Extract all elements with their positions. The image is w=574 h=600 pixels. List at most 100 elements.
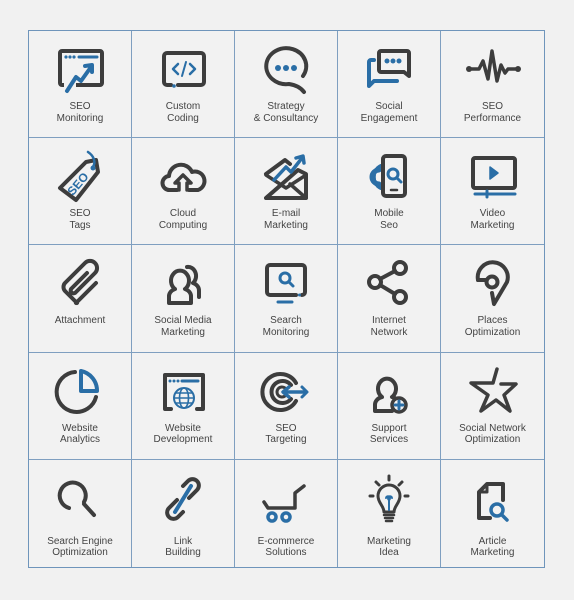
- support-services-icon: [359, 365, 419, 421]
- tile-label: Coding: [167, 112, 199, 124]
- internet-network-icon: [359, 257, 419, 313]
- tile-label: Tags: [69, 219, 91, 231]
- icon-tile: SEO Performance: [441, 31, 544, 139]
- icon-tile: Strategy & Consultancy: [235, 31, 338, 139]
- icon-tile: E-mail Marketing: [235, 138, 338, 246]
- tile-label: Marketing: [264, 219, 308, 231]
- tile-label: Building: [165, 547, 201, 559]
- tile-label: Strategy: [267, 101, 305, 112]
- tile-label: Development: [153, 434, 213, 446]
- icon-tile: E-commerce Solutions: [235, 459, 338, 567]
- tile-label: Internet: [372, 315, 406, 327]
- icon-tile: Places Optimization: [441, 245, 544, 353]
- icon-tile: Website Analytics: [29, 352, 132, 460]
- icon-grid: SEO Monitoring Custom Coding Strategy & Con…: [28, 30, 545, 568]
- icon-tile: Social Engagement: [338, 31, 441, 139]
- icon-tile: Custom Coding: [132, 31, 235, 139]
- icon-tile: SEO SEO Tags: [29, 138, 132, 246]
- tile-label: Idea: [379, 547, 399, 559]
- tile-label: Network: [370, 326, 408, 338]
- cloud-computing-icon: [153, 150, 213, 206]
- tile-label: Performance: [463, 112, 522, 124]
- places-optimization-icon: [463, 257, 523, 313]
- tile-label: Custom: [165, 101, 201, 112]
- tile-label: Social Media: [154, 315, 212, 327]
- strategy-consultancy-icon: [256, 43, 316, 99]
- icon-tile: Mobile Seo: [338, 138, 441, 246]
- icon-tile: Video Marketing: [441, 138, 544, 246]
- icon-tile: Link Building: [132, 459, 235, 567]
- tile-label: E-mail: [271, 208, 301, 220]
- tile-label: Video: [479, 208, 506, 220]
- search-monitoring-icon: [256, 257, 316, 313]
- video-marketing-icon: [463, 150, 523, 206]
- tile-label: Link: [173, 535, 193, 547]
- tile-label: SEO: [69, 101, 91, 112]
- seo-performance-icon: [463, 43, 523, 99]
- tile-label: Places: [477, 315, 508, 327]
- tile-label: Social Network: [459, 422, 526, 434]
- tile-label: Support: [371, 422, 407, 434]
- article-marketing-icon: [463, 474, 523, 530]
- tile-label: Website: [165, 422, 201, 434]
- tile-label: Search: [270, 315, 302, 327]
- email-marketing-icon: [256, 150, 316, 206]
- icon-tile: Article Marketing: [441, 460, 544, 567]
- icon-tile: SEO Monitoring: [29, 31, 132, 139]
- tile-label: SEO: [275, 422, 297, 434]
- tile-label: Services: [369, 434, 409, 446]
- website-development-icon: [153, 365, 213, 421]
- search-engine-optimization-icon: [50, 474, 110, 530]
- tile-label: Mobile: [374, 208, 404, 220]
- icon-tile: SEO Targeting: [235, 352, 338, 460]
- social-network-optimization-icon: [463, 365, 523, 421]
- icon-tile: Search Monitoring: [235, 245, 338, 353]
- tile-label: E-commerce: [257, 535, 315, 547]
- tile-label: Search Engine: [47, 535, 113, 547]
- tile-label: SEO: [481, 101, 504, 112]
- tile-label: Optimization: [464, 326, 521, 338]
- custom-coding-icon: [153, 43, 213, 99]
- tile-label: Optimization: [52, 547, 108, 559]
- icon-tile: Website Development: [132, 352, 235, 460]
- icon-tile: Internet Network: [338, 245, 441, 353]
- tile-label: Targeting: [265, 434, 307, 446]
- icon-tile: Attachment: [29, 245, 132, 353]
- tile-label: Seo: [380, 219, 398, 231]
- tile-label: Computing: [158, 219, 208, 231]
- icon-tile: Social Network Optimization: [441, 353, 544, 460]
- icon-tile: Support Services: [338, 352, 441, 460]
- link-building-icon: [153, 474, 213, 530]
- tile-label: Website: [62, 422, 98, 434]
- tile-label: Monitoring: [56, 112, 104, 124]
- tile-label: Article: [478, 535, 507, 547]
- tile-label: Marketing: [470, 219, 515, 231]
- social-media-marketing-icon: [153, 257, 213, 313]
- tile-label: Optimization: [464, 434, 521, 446]
- seo-targeting-icon: [256, 365, 316, 421]
- tile-label: & Consultancy: [253, 112, 319, 124]
- seo-tags-icon: SEO: [50, 150, 110, 206]
- mobile-seo-icon: [359, 150, 419, 206]
- attachment-icon: [50, 257, 110, 313]
- tile-label: Attachment: [54, 315, 106, 327]
- social-engagement-icon: [359, 43, 419, 99]
- tile-label: Monitoring: [262, 326, 310, 338]
- marketing-idea-icon: [359, 474, 419, 530]
- tile-label: Analytics: [59, 434, 100, 446]
- tile-label: Marketing: [161, 326, 205, 338]
- seo-monitoring-icon: [50, 43, 110, 99]
- icon-tile: Marketing Idea: [338, 459, 441, 567]
- tile-label: Cloud: [169, 208, 197, 220]
- tile-label: Marketing: [367, 535, 411, 547]
- ecommerce-solutions-icon: [256, 474, 316, 530]
- tile-label: Engagement: [360, 112, 418, 124]
- tile-label: Social: [375, 101, 403, 112]
- icon-tile: Search Engine Optimization: [29, 459, 132, 567]
- icon-tile: Cloud Computing: [132, 138, 235, 246]
- tile-label: Marketing: [470, 547, 515, 559]
- tile-label: SEO: [69, 208, 91, 220]
- website-analytics-icon: [50, 365, 110, 421]
- tile-label: Solutions: [265, 547, 307, 559]
- icon-tile: Social Media Marketing: [132, 245, 235, 353]
